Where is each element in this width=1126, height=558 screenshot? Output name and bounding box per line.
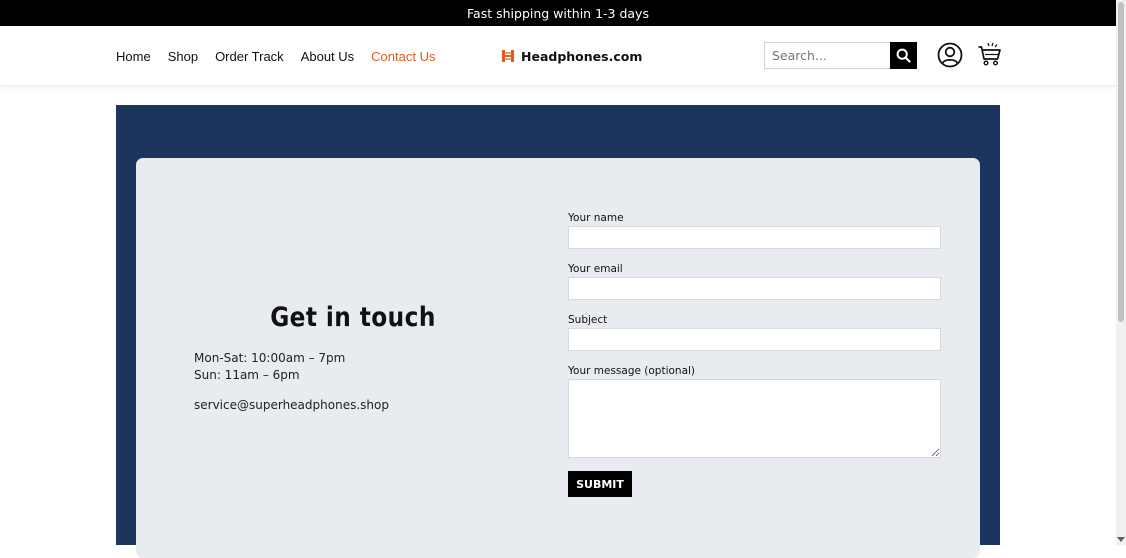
scroll-down-icon[interactable] (1117, 537, 1125, 542)
page-scrollbar[interactable] (1116, 0, 1126, 545)
site-header: Home Shop Order Track About Us Contact U… (0, 26, 1116, 86)
hours-weekday: Mon-Sat: 10:00am – 7pm (194, 351, 346, 365)
nav-order-track[interactable]: Order Track (215, 49, 284, 64)
brand-name: Headphones.com (521, 48, 643, 64)
contact-form: Your name Your email Subject Your messag… (568, 210, 941, 497)
search-input[interactable] (764, 42, 890, 69)
contact-section: Get in touch Mon-Sat: 10:00am – 7pm Sun:… (116, 105, 1000, 558)
subject-label: Subject (568, 314, 608, 326)
search-form (764, 42, 917, 69)
name-label: Your name (568, 212, 624, 224)
search-icon (896, 48, 911, 63)
nav-contact-us[interactable]: Contact Us (371, 49, 435, 64)
headphones-logo-icon (502, 50, 514, 62)
announcement-bar: Fast shipping within 1-3 days (0, 0, 1116, 26)
user-circle-icon[interactable] (937, 42, 963, 68)
contact-title: Get in touch (270, 302, 436, 333)
nav-home[interactable]: Home (116, 49, 151, 64)
submit-button[interactable]: SUBMIT (568, 471, 632, 497)
message-label: Your message (optional) (568, 365, 696, 377)
opening-hours: Mon-Sat: 10:00am – 7pm Sun: 11am – 6pm (194, 350, 345, 384)
nav-shop[interactable]: Shop (168, 49, 198, 64)
email-field[interactable] (568, 277, 941, 300)
nav-about-us[interactable]: About Us (301, 49, 354, 64)
hours-sunday: Sun: 11am – 6pm (194, 368, 300, 382)
scrollbar-thumb[interactable] (1118, 2, 1124, 322)
subject-field[interactable] (568, 328, 941, 351)
name-field[interactable] (568, 226, 941, 249)
brand-logo-link[interactable]: Headphones.com (501, 26, 642, 86)
message-field[interactable] (568, 379, 941, 458)
contact-email: service@superheadphones.shop (194, 398, 389, 412)
search-button[interactable] (890, 42, 917, 69)
email-label: Your email (568, 263, 623, 275)
contact-card: Get in touch Mon-Sat: 10:00am – 7pm Sun:… (136, 158, 980, 558)
shopping-cart-icon[interactable] (977, 42, 1002, 67)
main-nav: Home Shop Order Track About Us Contact U… (116, 26, 452, 86)
announcement-text: Fast shipping within 1-3 days (467, 5, 649, 21)
